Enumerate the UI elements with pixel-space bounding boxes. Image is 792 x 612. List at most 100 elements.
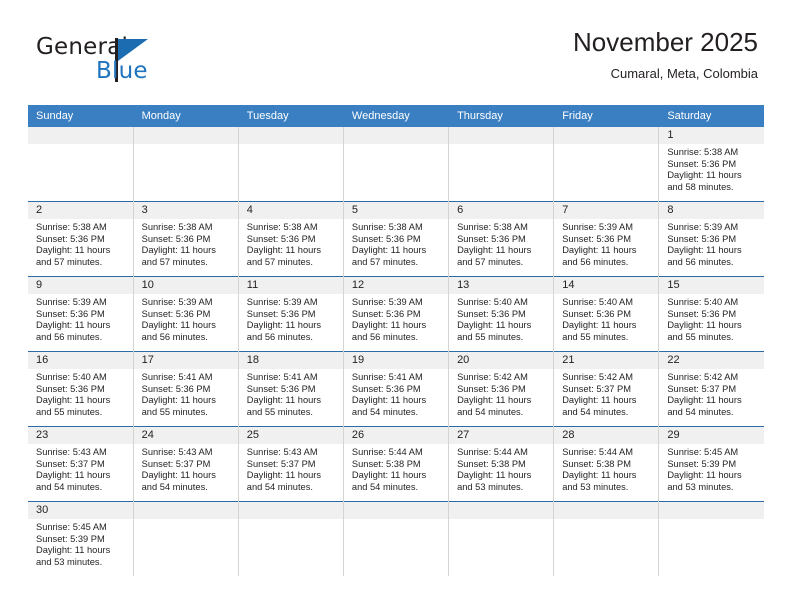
location-subtitle: Cumaral, Meta, Colombia — [610, 66, 758, 81]
logo-text-blue: Blue — [96, 58, 148, 84]
calendar-day-cell[interactable]: 28 Sunrise: 5:44 AM Sunset: 5:38 PM Dayligh… — [553, 426, 660, 502]
calendar-day-cell[interactable]: 19 Sunrise: 5:41 AM Sunset: 5:36 PM Dayligh… — [343, 351, 450, 427]
sunrise-time: Sunrise: 5:38 AM — [351, 222, 423, 232]
calendar-day-cell[interactable]: 27 Sunrise: 5:44 AM Sunset: 5:38 PM Dayligh… — [448, 426, 555, 502]
day-cell-content: 4 Sunrise: 5:38 AM Sunset: 5:36 PM Daylight… — [238, 202, 343, 276]
sunrise-time: Sunrise: 5:45 AM — [36, 522, 107, 532]
day-sun-info: Sunrise: 5:41 AM Sunset: 5:36 PM Daylight:… — [134, 369, 238, 418]
weekday-header-sunday: Sunday — [28, 105, 134, 127]
calendar-day-cell[interactable]: 3 Sunrise: 5:38 AM Sunset: 5:36 PM Daylight… — [133, 201, 239, 277]
day-cell-content: 12 Sunrise: 5:39 AM Sunset: 5:36 PM Dayligh… — [343, 277, 449, 351]
calendar-day-cell[interactable]: 10 Sunrise: 5:39 AM Sunset: 5:36 PM Dayligh… — [133, 276, 239, 352]
calendar-day-cell[interactable]: 15 Sunrise: 5:40 AM Sunset: 5:36 PM Dayligh… — [658, 276, 764, 352]
day-cell-content: 6 Sunrise: 5:38 AM Sunset: 5:36 PM Daylight… — [449, 202, 554, 276]
day-number: 12 — [343, 277, 449, 294]
day-number — [449, 502, 554, 519]
sunrise-time: Sunrise: 5:39 AM — [562, 222, 634, 232]
day-sun-info: Sunrise: 5:39 AM Sunset: 5:36 PM Daylight:… — [659, 219, 764, 268]
sunset-time: Sunset: 5:38 PM — [562, 458, 631, 469]
calendar-day-cell[interactable]: 25 Sunrise: 5:43 AM Sunset: 5:37 PM Dayligh… — [238, 426, 344, 502]
sunset-time: Sunset: 5:37 PM — [562, 383, 631, 394]
sunrise-time: Sunrise: 5:40 AM — [36, 372, 107, 382]
calendar-day-cell[interactable]: 18 Sunrise: 5:41 AM Sunset: 5:36 PM Dayligh… — [238, 351, 344, 427]
calendar-day-cell[interactable]: 16 Sunrise: 5:40 AM Sunset: 5:36 PM Dayligh… — [28, 351, 134, 427]
calendar-day-cell[interactable]: 13 Sunrise: 5:40 AM Sunset: 5:36 PM Dayligh… — [448, 276, 555, 352]
sunrise-time: Sunrise: 5:40 AM — [667, 297, 739, 307]
calendar-day-cell[interactable]: 30 Sunrise: 5:45 AM Sunset: 5:39 PM Dayligh… — [28, 501, 134, 576]
day-cell-content: 1 Sunrise: 5:38 AM Sunset: 5:36 PM Daylight… — [659, 127, 764, 201]
day-sun-info: Sunrise: 5:40 AM Sunset: 5:36 PM Daylight:… — [449, 294, 553, 343]
calendar-week-row: 2 Sunrise: 5:38 AM Sunset: 5:36 PM Daylight… — [28, 201, 764, 277]
daylight-duration-line1: Daylight: 11 hours — [246, 320, 322, 331]
calendar-day-cell[interactable]: 11 Sunrise: 5:39 AM Sunset: 5:36 PM Dayligh… — [238, 276, 344, 352]
day-number: 27 — [449, 427, 554, 444]
calendar-day-cell[interactable]: 20 Sunrise: 5:42 AM Sunset: 5:36 PM Dayligh… — [448, 351, 555, 427]
calendar-day-cell[interactable]: 1 Sunrise: 5:38 AM Sunset: 5:36 PM Daylight… — [658, 127, 764, 202]
calendar-day-cell[interactable]: 21 Sunrise: 5:42 AM Sunset: 5:37 PM Dayligh… — [553, 351, 660, 427]
calendar-page: General Blue November 2025 Cumaral, Meta… — [0, 0, 792, 612]
sunset-time: Sunset: 5:36 PM — [351, 308, 421, 319]
sunrise-time: Sunrise: 5:43 AM — [141, 447, 213, 457]
day-cell-content — [343, 502, 449, 576]
page-header: General Blue November 2025 Cumaral, Meta… — [28, 26, 758, 98]
sunrise-time: Sunrise: 5:44 AM — [351, 447, 423, 457]
day-cell-content: 18 Sunrise: 5:41 AM Sunset: 5:36 PM Dayligh… — [238, 352, 343, 426]
calendar-day-cell[interactable]: 14 Sunrise: 5:40 AM Sunset: 5:36 PM Dayligh… — [553, 276, 660, 352]
calendar-day-cell[interactable]: 29 Sunrise: 5:45 AM Sunset: 5:39 PM Dayligh… — [658, 426, 764, 502]
sunrise-time: Sunrise: 5:39 AM — [667, 222, 739, 232]
calendar-day-cell[interactable]: 6 Sunrise: 5:38 AM Sunset: 5:36 PM Daylight… — [448, 201, 555, 277]
day-cell-content — [554, 127, 659, 201]
sunrise-time: Sunrise: 5:43 AM — [246, 447, 318, 457]
calendar-day-cell[interactable]: 7 Sunrise: 5:39 AM Sunset: 5:36 PM Daylight… — [553, 201, 660, 277]
calendar-day-cell[interactable]: 5 Sunrise: 5:38 AM Sunset: 5:36 PM Daylight… — [343, 201, 450, 277]
sunrise-time: Sunrise: 5:41 AM — [141, 372, 213, 382]
day-cell-content: 2 Sunrise: 5:38 AM Sunset: 5:36 PM Daylight… — [28, 202, 133, 276]
daylight-duration-line2: and 54 minutes. — [667, 406, 734, 417]
calendar-day-cell[interactable]: 8 Sunrise: 5:39 AM Sunset: 5:36 PM Daylight… — [658, 201, 764, 277]
day-sun-info: Sunrise: 5:40 AM Sunset: 5:36 PM Daylight:… — [554, 294, 658, 343]
day-sun-info: Sunrise: 5:43 AM Sunset: 5:37 PM Daylight:… — [134, 444, 238, 493]
day-sun-info: Sunrise: 5:41 AM Sunset: 5:36 PM Daylight:… — [344, 369, 448, 418]
daylight-duration-line1: Daylight: 11 hours — [457, 245, 532, 256]
calendar-empty-cell — [658, 501, 764, 576]
daylight-duration-line1: Daylight: 11 hours — [141, 320, 216, 331]
daylight-duration-line1: Daylight: 11 hours — [667, 470, 742, 481]
sunrise-time: Sunrise: 5:42 AM — [457, 372, 528, 382]
daylight-duration-line2: and 56 minutes. — [667, 256, 734, 267]
day-number: 17 — [133, 352, 238, 369]
day-number: 28 — [554, 427, 659, 444]
daylight-duration-line1: Daylight: 11 hours — [36, 320, 111, 331]
weekday-header-row: Sunday Monday Tuesday Wednesday Thursday… — [28, 105, 764, 127]
calendar-day-cell[interactable]: 23 Sunrise: 5:43 AM Sunset: 5:37 PM Dayligh… — [28, 426, 134, 502]
calendar-day-cell[interactable]: 26 Sunrise: 5:44 AM Sunset: 5:38 PM Dayligh… — [343, 426, 450, 502]
day-number — [343, 127, 449, 144]
calendar-empty-cell — [448, 127, 555, 202]
calendar-day-cell[interactable]: 9 Sunrise: 5:39 AM Sunset: 5:36 PM Daylight… — [28, 276, 134, 352]
daylight-duration-line2: and 56 minutes. — [562, 256, 629, 267]
general-blue-logo[interactable]: General Blue — [36, 34, 256, 92]
daylight-duration-line1: Daylight: 11 hours — [141, 245, 216, 256]
sunrise-time: Sunrise: 5:38 AM — [36, 222, 107, 232]
daylight-duration-line1: Daylight: 11 hours — [36, 470, 111, 481]
calendar-day-cell[interactable]: 17 Sunrise: 5:41 AM Sunset: 5:36 PM Dayligh… — [133, 351, 239, 427]
title-block: November 2025 Cumaral, Meta, Colombia — [573, 26, 758, 84]
day-sun-info: Sunrise: 5:39 AM Sunset: 5:36 PM Daylight:… — [239, 294, 343, 343]
calendar-day-cell[interactable]: 2 Sunrise: 5:38 AM Sunset: 5:36 PM Daylight… — [28, 201, 134, 277]
day-number: 10 — [133, 277, 238, 294]
day-cell-content — [449, 127, 554, 201]
day-cell-content: 3 Sunrise: 5:38 AM Sunset: 5:36 PM Daylight… — [133, 202, 238, 276]
calendar-day-cell[interactable]: 4 Sunrise: 5:38 AM Sunset: 5:36 PM Daylight… — [238, 201, 344, 277]
weekday-header-monday: Monday — [133, 105, 239, 127]
sunset-time: Sunset: 5:37 PM — [36, 458, 105, 469]
calendar-empty-cell — [448, 501, 555, 576]
calendar-day-cell[interactable]: 24 Sunrise: 5:43 AM Sunset: 5:37 PM Dayligh… — [133, 426, 239, 502]
day-cell-content: 22 Sunrise: 5:42 AM Sunset: 5:37 PM Dayligh… — [659, 352, 764, 426]
sunset-time: Sunset: 5:36 PM — [562, 308, 631, 319]
calendar-day-cell[interactable]: 22 Sunrise: 5:42 AM Sunset: 5:37 PM Dayligh… — [658, 351, 764, 427]
calendar-day-cell[interactable]: 12 Sunrise: 5:39 AM Sunset: 5:36 PM Dayligh… — [343, 276, 450, 352]
day-number: 3 — [133, 202, 238, 219]
day-number — [28, 127, 133, 144]
calendar-body: 1 Sunrise: 5:38 AM Sunset: 5:36 PM Daylight… — [28, 127, 764, 576]
calendar-empty-cell — [238, 501, 344, 576]
day-number: 13 — [449, 277, 554, 294]
